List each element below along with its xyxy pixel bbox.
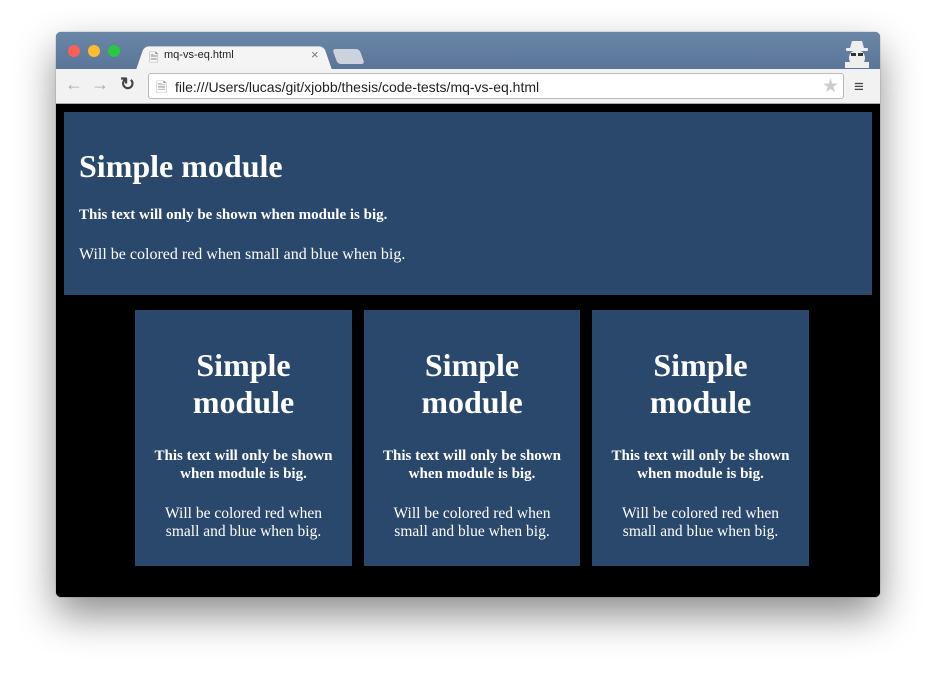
module-title: Simple module (649, 347, 752, 420)
maximize-window-button[interactable] (108, 45, 120, 57)
small-module: Simple module This text will only be sho… (135, 310, 352, 566)
module-big-text: This text will only be shown when module… (79, 207, 388, 223)
module-big-text: This text will only be shown when module… (383, 448, 561, 482)
big-module: Simple module This text will only be sho… (64, 112, 872, 295)
module-title: Simple module (421, 347, 523, 420)
new-tab-button[interactable] (332, 49, 365, 64)
close-window-button[interactable] (68, 45, 80, 57)
title-bar: 🗎 mq-vs-eq.html × (56, 32, 880, 70)
module-title: Simple module (79, 148, 283, 184)
page-content: Simple module This text will only be sho… (56, 104, 880, 597)
menu-icon[interactable]: ≡ (854, 77, 864, 97)
tab-close-icon[interactable]: × (311, 47, 319, 62)
bookmark-star-icon[interactable]: ★ (822, 75, 839, 98)
module-big-text: This text will only be shown when module… (611, 448, 790, 482)
small-module: Simple module This text will only be sho… (592, 310, 809, 566)
small-module: Simple module This text will only be sho… (364, 310, 580, 566)
module-color-text: Will be colored red when small and blue … (622, 505, 779, 540)
module-title: Simple module (192, 347, 295, 420)
back-button[interactable]: ← (65, 74, 83, 95)
module-color-text: Will be colored red when small and blue … (79, 246, 406, 263)
page-icon: 🗎 (156, 79, 168, 95)
tab-title: mq-vs-eq.html (164, 49, 234, 61)
module-color-text: Will be colored red when small and blue … (165, 505, 322, 540)
toolbar: ← → ↻ 🗎 file:///Users/lucas/git/xjobb/th… (56, 69, 880, 104)
reload-button[interactable]: ↻ (120, 74, 135, 95)
page-icon: 🗎 (149, 51, 159, 65)
minimize-window-button[interactable] (88, 45, 100, 57)
address-bar[interactable]: 🗎 file:///Users/lucas/git/xjobb/thesis/c… (148, 73, 844, 99)
module-color-text: Will be colored red when small and blue … (393, 505, 551, 540)
module-big-text: This text will only be shown when module… (154, 448, 333, 482)
forward-button[interactable]: → (91, 74, 109, 95)
url-text[interactable]: file:///Users/lucas/git/xjobb/thesis/cod… (175, 79, 539, 95)
browser-window: 🗎 mq-vs-eq.html × ← → ↻ 🗎 file:///Users/… (56, 32, 880, 597)
incognito-icon (845, 41, 869, 68)
